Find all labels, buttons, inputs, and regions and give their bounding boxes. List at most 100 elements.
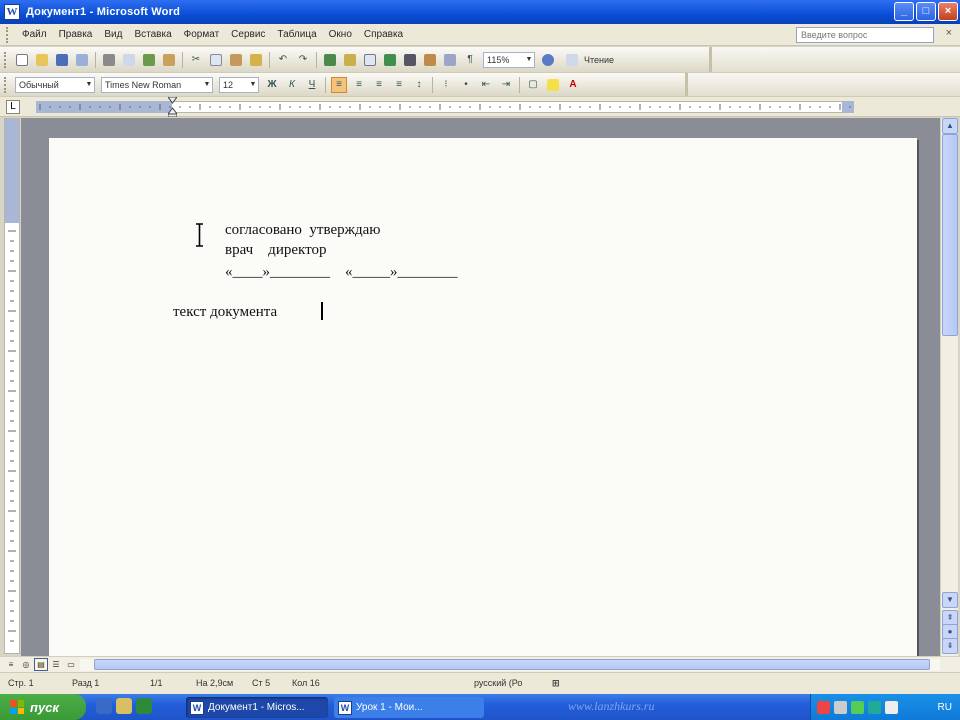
menu-insert[interactable]: Вставка — [128, 27, 177, 42]
menu-file[interactable]: Файл — [16, 27, 53, 42]
tab-selector-icon[interactable]: L — [6, 100, 20, 114]
vertical-ruler[interactable] — [4, 118, 20, 654]
scroll-up-icon[interactable]: ▲ — [942, 118, 958, 134]
document-map-icon[interactable] — [442, 52, 458, 68]
menu-table[interactable]: Таблица — [271, 27, 322, 42]
horizontal-ruler[interactable]: L — [0, 97, 960, 117]
tray-antivirus-icon[interactable] — [817, 700, 830, 714]
borders-icon[interactable]: ▢ — [525, 77, 541, 93]
insert-excel-icon[interactable] — [382, 52, 398, 68]
chevron-down-icon[interactable]: ▼ — [84, 78, 94, 92]
tables-borders-icon[interactable] — [342, 52, 358, 68]
paste-icon[interactable] — [228, 52, 244, 68]
horizontal-scrollbar[interactable]: ≡ ◎ ▤ ☰ ▭ — [0, 656, 960, 672]
font-size-combo[interactable]: 12 ▼ — [219, 76, 259, 93]
help-icon[interactable] — [540, 52, 556, 68]
web-view-icon[interactable]: ◎ — [19, 658, 33, 671]
print-icon[interactable] — [101, 52, 117, 68]
menu-grip[interactable] — [6, 26, 12, 43]
tray-network-icon[interactable] — [834, 700, 847, 714]
insert-table-icon[interactable] — [362, 52, 378, 68]
outline-view-icon[interactable]: ☰ — [49, 658, 63, 671]
next-page-icon[interactable]: ⇟ — [942, 638, 958, 654]
tray-language[interactable]: RU — [938, 702, 952, 713]
cut-icon[interactable]: ✂ — [188, 52, 204, 68]
bold-icon[interactable]: Ж — [264, 77, 280, 93]
read-label: Чтение — [584, 54, 615, 65]
columns-icon[interactable] — [402, 52, 418, 68]
print-layout-view-icon[interactable]: ▤ — [34, 658, 48, 671]
explorer-icon[interactable] — [116, 698, 132, 714]
hyperlink-icon[interactable] — [322, 52, 338, 68]
format-painter-icon[interactable] — [248, 52, 264, 68]
redo-icon[interactable]: ↷ — [295, 52, 311, 68]
style-combo[interactable]: Обычный ▼ — [15, 76, 95, 93]
chevron-down-icon[interactable]: ▼ — [202, 78, 212, 92]
copy-icon[interactable] — [208, 52, 224, 68]
undo-icon[interactable]: ↶ — [275, 52, 291, 68]
close-button[interactable]: × — [938, 2, 958, 21]
word-app-icon[interactable]: W — [4, 4, 20, 20]
spelling-status-icon[interactable]: ⊞ — [552, 678, 560, 689]
underline-icon[interactable]: Ч — [304, 77, 320, 93]
taskbar-second-button[interactable]: W Урок 1 - Мои... — [334, 697, 484, 718]
align-right-icon[interactable]: ≡ — [371, 77, 387, 93]
document-page[interactable]: согласовано утверждаю врач директор «___… — [49, 138, 917, 656]
start-button[interactable]: пуск — [0, 694, 86, 720]
increase-indent-icon[interactable]: ⇥ — [498, 77, 514, 93]
vertical-scrollbar[interactable]: ▲ ▼ ⇞ ● ⇟ — [940, 118, 958, 656]
read-button[interactable]: Чтение — [562, 52, 614, 68]
toolbar-grip[interactable] — [4, 76, 8, 93]
indent-markers-icon[interactable] — [168, 97, 177, 117]
help-question-box[interactable]: Введите вопрос — [796, 27, 934, 43]
font-color-icon[interactable]: A — [565, 77, 581, 93]
decrease-indent-icon[interactable]: ⇤ — [478, 77, 494, 93]
horizontal-scroll-thumb[interactable] — [94, 659, 930, 670]
chevron-down-icon[interactable]: ▼ — [524, 53, 534, 67]
font-combo[interactable]: Times New Roman ▼ — [101, 76, 213, 93]
menu-format[interactable]: Формат — [178, 27, 226, 42]
research-icon[interactable] — [161, 52, 177, 68]
document-line-1[interactable]: согласовано утверждаю — [225, 222, 381, 239]
bullets-icon[interactable]: • — [458, 77, 474, 93]
justify-icon[interactable]: ≡ — [391, 77, 407, 93]
browser-icon[interactable] — [96, 698, 112, 714]
vertical-scroll-thumb[interactable] — [942, 134, 958, 336]
scroll-down-icon[interactable]: ▼ — [942, 592, 958, 608]
zoom-combo[interactable]: 115% ▼ — [483, 51, 535, 68]
tray-connection-icon[interactable] — [868, 700, 881, 714]
show-hide-icon[interactable]: ¶ — [462, 52, 478, 68]
new-document-icon[interactable] — [14, 52, 30, 68]
menu-help[interactable]: Справка — [358, 27, 409, 42]
italic-icon[interactable]: К — [284, 77, 300, 93]
reading-view-icon[interactable]: ▭ — [64, 658, 78, 671]
maximize-button[interactable]: □ — [916, 2, 936, 21]
minimize-button[interactable]: _ — [894, 2, 914, 21]
document-line-2[interactable]: врач директор — [225, 242, 326, 259]
numbering-icon[interactable]: ⁝ — [438, 77, 454, 93]
toolbar-grip[interactable] — [4, 51, 8, 68]
close-document-icon[interactable]: × — [946, 27, 952, 39]
drawing-icon[interactable] — [422, 52, 438, 68]
document-line-4[interactable]: текст документа — [173, 304, 277, 321]
normal-view-icon[interactable]: ≡ — [4, 658, 18, 671]
chevron-down-icon[interactable]: ▼ — [248, 78, 258, 92]
align-center-icon[interactable]: ≡ — [351, 77, 367, 93]
tray-update-icon[interactable] — [851, 700, 864, 714]
print-preview-icon[interactable] — [121, 52, 137, 68]
open-folder-icon[interactable] — [34, 52, 50, 68]
spelling-icon[interactable] — [141, 52, 157, 68]
permission-icon[interactable] — [74, 52, 90, 68]
menu-edit[interactable]: Правка — [53, 27, 99, 42]
media-icon[interactable] — [136, 698, 152, 714]
save-icon[interactable] — [54, 52, 70, 68]
highlight-icon[interactable] — [545, 77, 561, 93]
taskbar-word-button[interactable]: W Документ1 - Micros... — [186, 697, 328, 718]
align-left-icon[interactable]: ≡ — [331, 76, 347, 93]
line-spacing-icon[interactable]: ↕ — [411, 77, 427, 93]
document-line-3[interactable]: «____»________ «_____»________ — [225, 264, 458, 281]
menu-tools[interactable]: Сервис — [225, 27, 271, 42]
menu-window[interactable]: Окно — [323, 27, 358, 42]
menu-view[interactable]: Вид — [98, 27, 128, 42]
tray-volume-icon[interactable] — [885, 700, 898, 714]
